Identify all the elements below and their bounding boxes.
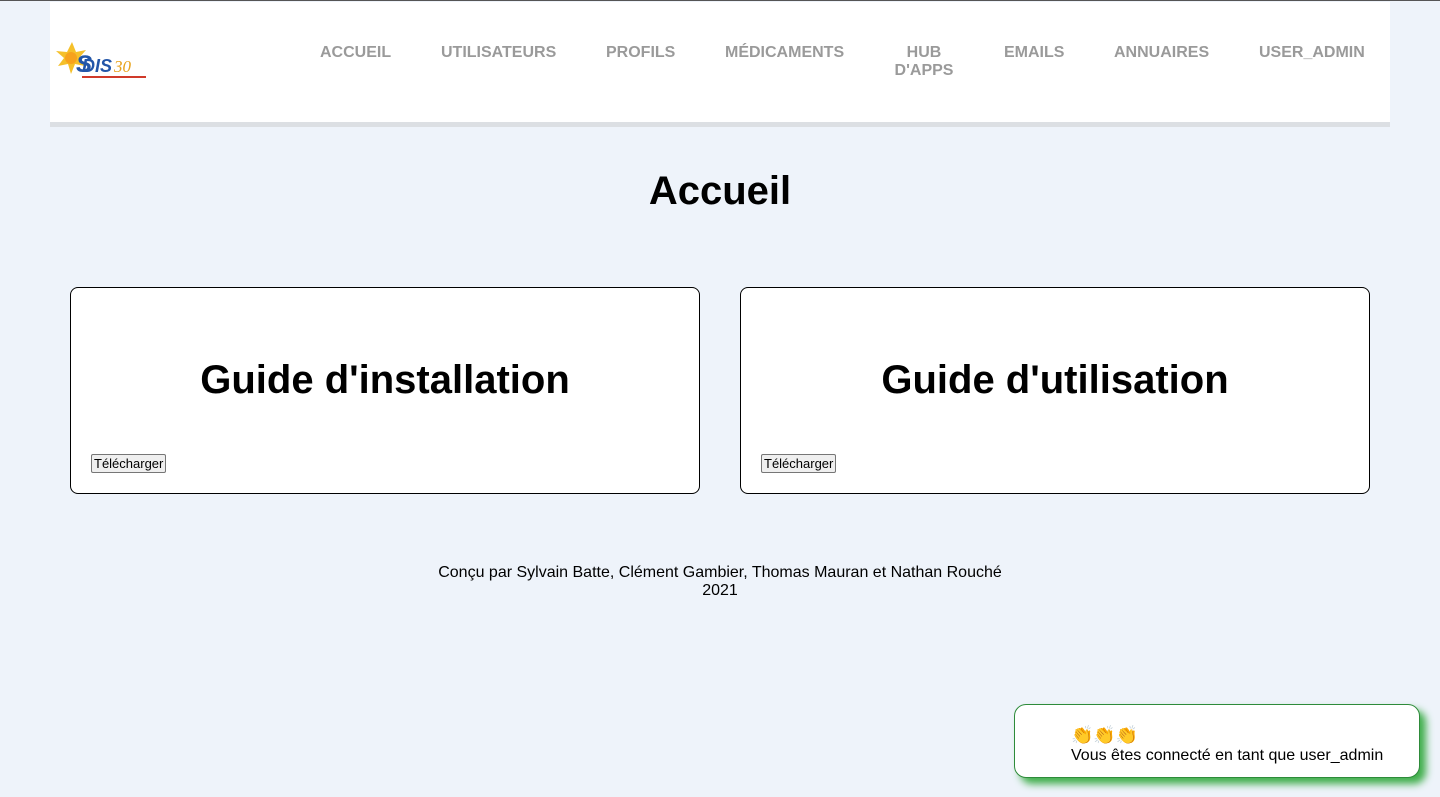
user-guide-card: Guide d'utilisation Télécharger <box>740 287 1370 494</box>
installation-guide-card: Guide d'installation Télécharger <box>70 287 700 494</box>
card-title: Guide d'utilisation <box>881 358 1229 402</box>
top-header: DIS 30 S ACCUEIL UTILISATEURS PROFILS MÉ… <box>50 2 1390 127</box>
clapping-hands-icon: 👏👏👏 <box>1071 725 1139 745</box>
svg-text:S: S <box>76 51 92 78</box>
card-title: Guide d'installation <box>200 358 570 402</box>
nav-medicaments[interactable]: MÉDICAMENTS <box>725 44 844 62</box>
nav-hub-apps[interactable]: HUB D'APPS <box>884 44 964 80</box>
page-title: Accueil <box>648 169 792 213</box>
footer-year: 2021 <box>702 582 738 599</box>
nav-emails[interactable]: EMAILS <box>1004 44 1064 62</box>
nav-accueil[interactable]: ACCUEIL <box>320 44 391 62</box>
toast-message: Vous êtes connecté en tant que user_admi… <box>1071 747 1384 764</box>
footer: Conçu par Sylvain Batte, Clément Gambier… <box>0 564 1440 600</box>
svg-text:30: 30 <box>113 57 132 76</box>
nav-profils[interactable]: PROFILS <box>606 44 675 62</box>
nav-utilisateurs[interactable]: UTILISATEURS <box>441 44 556 62</box>
login-toast[interactable]: 👏👏👏 Vous êtes connecté en tant que user_… <box>1014 704 1420 778</box>
sdis30-logo[interactable]: DIS 30 S <box>52 38 148 82</box>
footer-credits: Conçu par Sylvain Batte, Clément Gambier… <box>438 564 1002 581</box>
nav-annuaires[interactable]: ANNUAIRES <box>1114 44 1209 62</box>
download-installation-guide-button[interactable]: Télécharger <box>91 454 167 473</box>
nav-user-admin[interactable]: USER_ADMIN <box>1259 44 1365 62</box>
download-user-guide-button[interactable]: Télécharger <box>761 454 837 473</box>
